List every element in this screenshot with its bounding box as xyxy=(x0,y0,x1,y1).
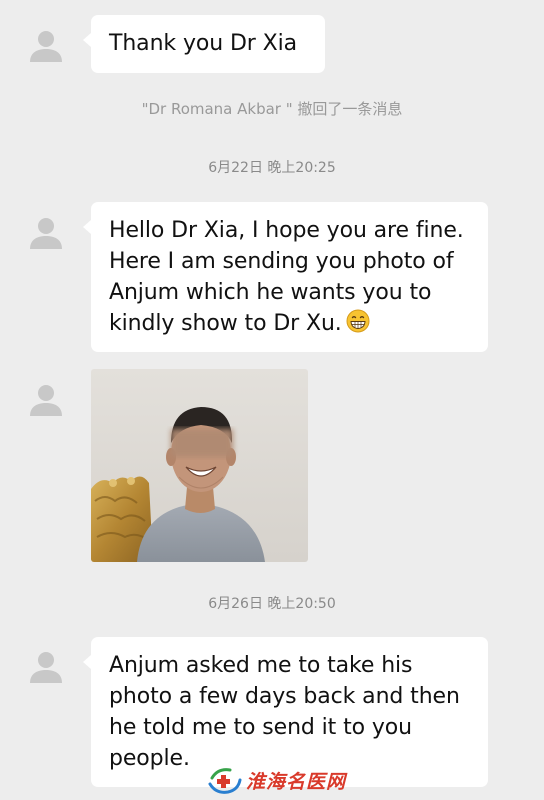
person-icon xyxy=(30,385,62,416)
chat-window: Thank you Dr Xia "Dr Romana Akbar " 撤回了一… xyxy=(0,0,544,800)
message-text: Anjum asked me to take his xyxy=(109,653,413,678)
cross-swirl-logo xyxy=(208,768,242,794)
contact-avatar[interactable] xyxy=(26,647,66,687)
photo-message[interactable] xyxy=(91,369,308,562)
grinning-face-emoji xyxy=(346,309,370,333)
message-text: Hello Dr Xia, I hope you are fine. xyxy=(109,218,464,243)
recall-notice: "Dr Romana Akbar " 撤回了一条消息 xyxy=(141,100,403,118)
timestamp: 6月22日 晚上20:25 xyxy=(208,160,336,176)
message-bubble[interactable]: Hello Dr Xia, I hope you are fine. Here … xyxy=(83,202,488,352)
contact-avatar[interactable] xyxy=(26,26,66,66)
person-icon xyxy=(30,218,62,249)
contact-avatar[interactable] xyxy=(26,380,66,420)
person-icon xyxy=(30,652,62,683)
person-icon xyxy=(30,31,62,62)
message-text: kindly show to Dr Xu. xyxy=(109,311,342,336)
timestamp: 6月26日 晚上20:50 xyxy=(208,596,336,612)
watermark: 淮海名医网 xyxy=(206,763,346,797)
message-text: Anjum which he wants you to xyxy=(109,280,432,305)
portrait-photo xyxy=(91,369,308,562)
message-text-last: kindly show to Dr Xu. xyxy=(109,308,471,339)
message-text: he told me to send it to you xyxy=(109,715,412,740)
contact-avatar[interactable] xyxy=(26,213,66,253)
watermark-text: 淮海名医网 xyxy=(246,770,347,793)
message-text: Here I am sending you photo of xyxy=(109,249,454,274)
message-text: photo a few days back and then xyxy=(109,684,460,709)
message-bubble[interactable]: Thank you Dr Xia xyxy=(83,15,325,73)
message-text: Thank you Dr Xia xyxy=(109,31,297,56)
